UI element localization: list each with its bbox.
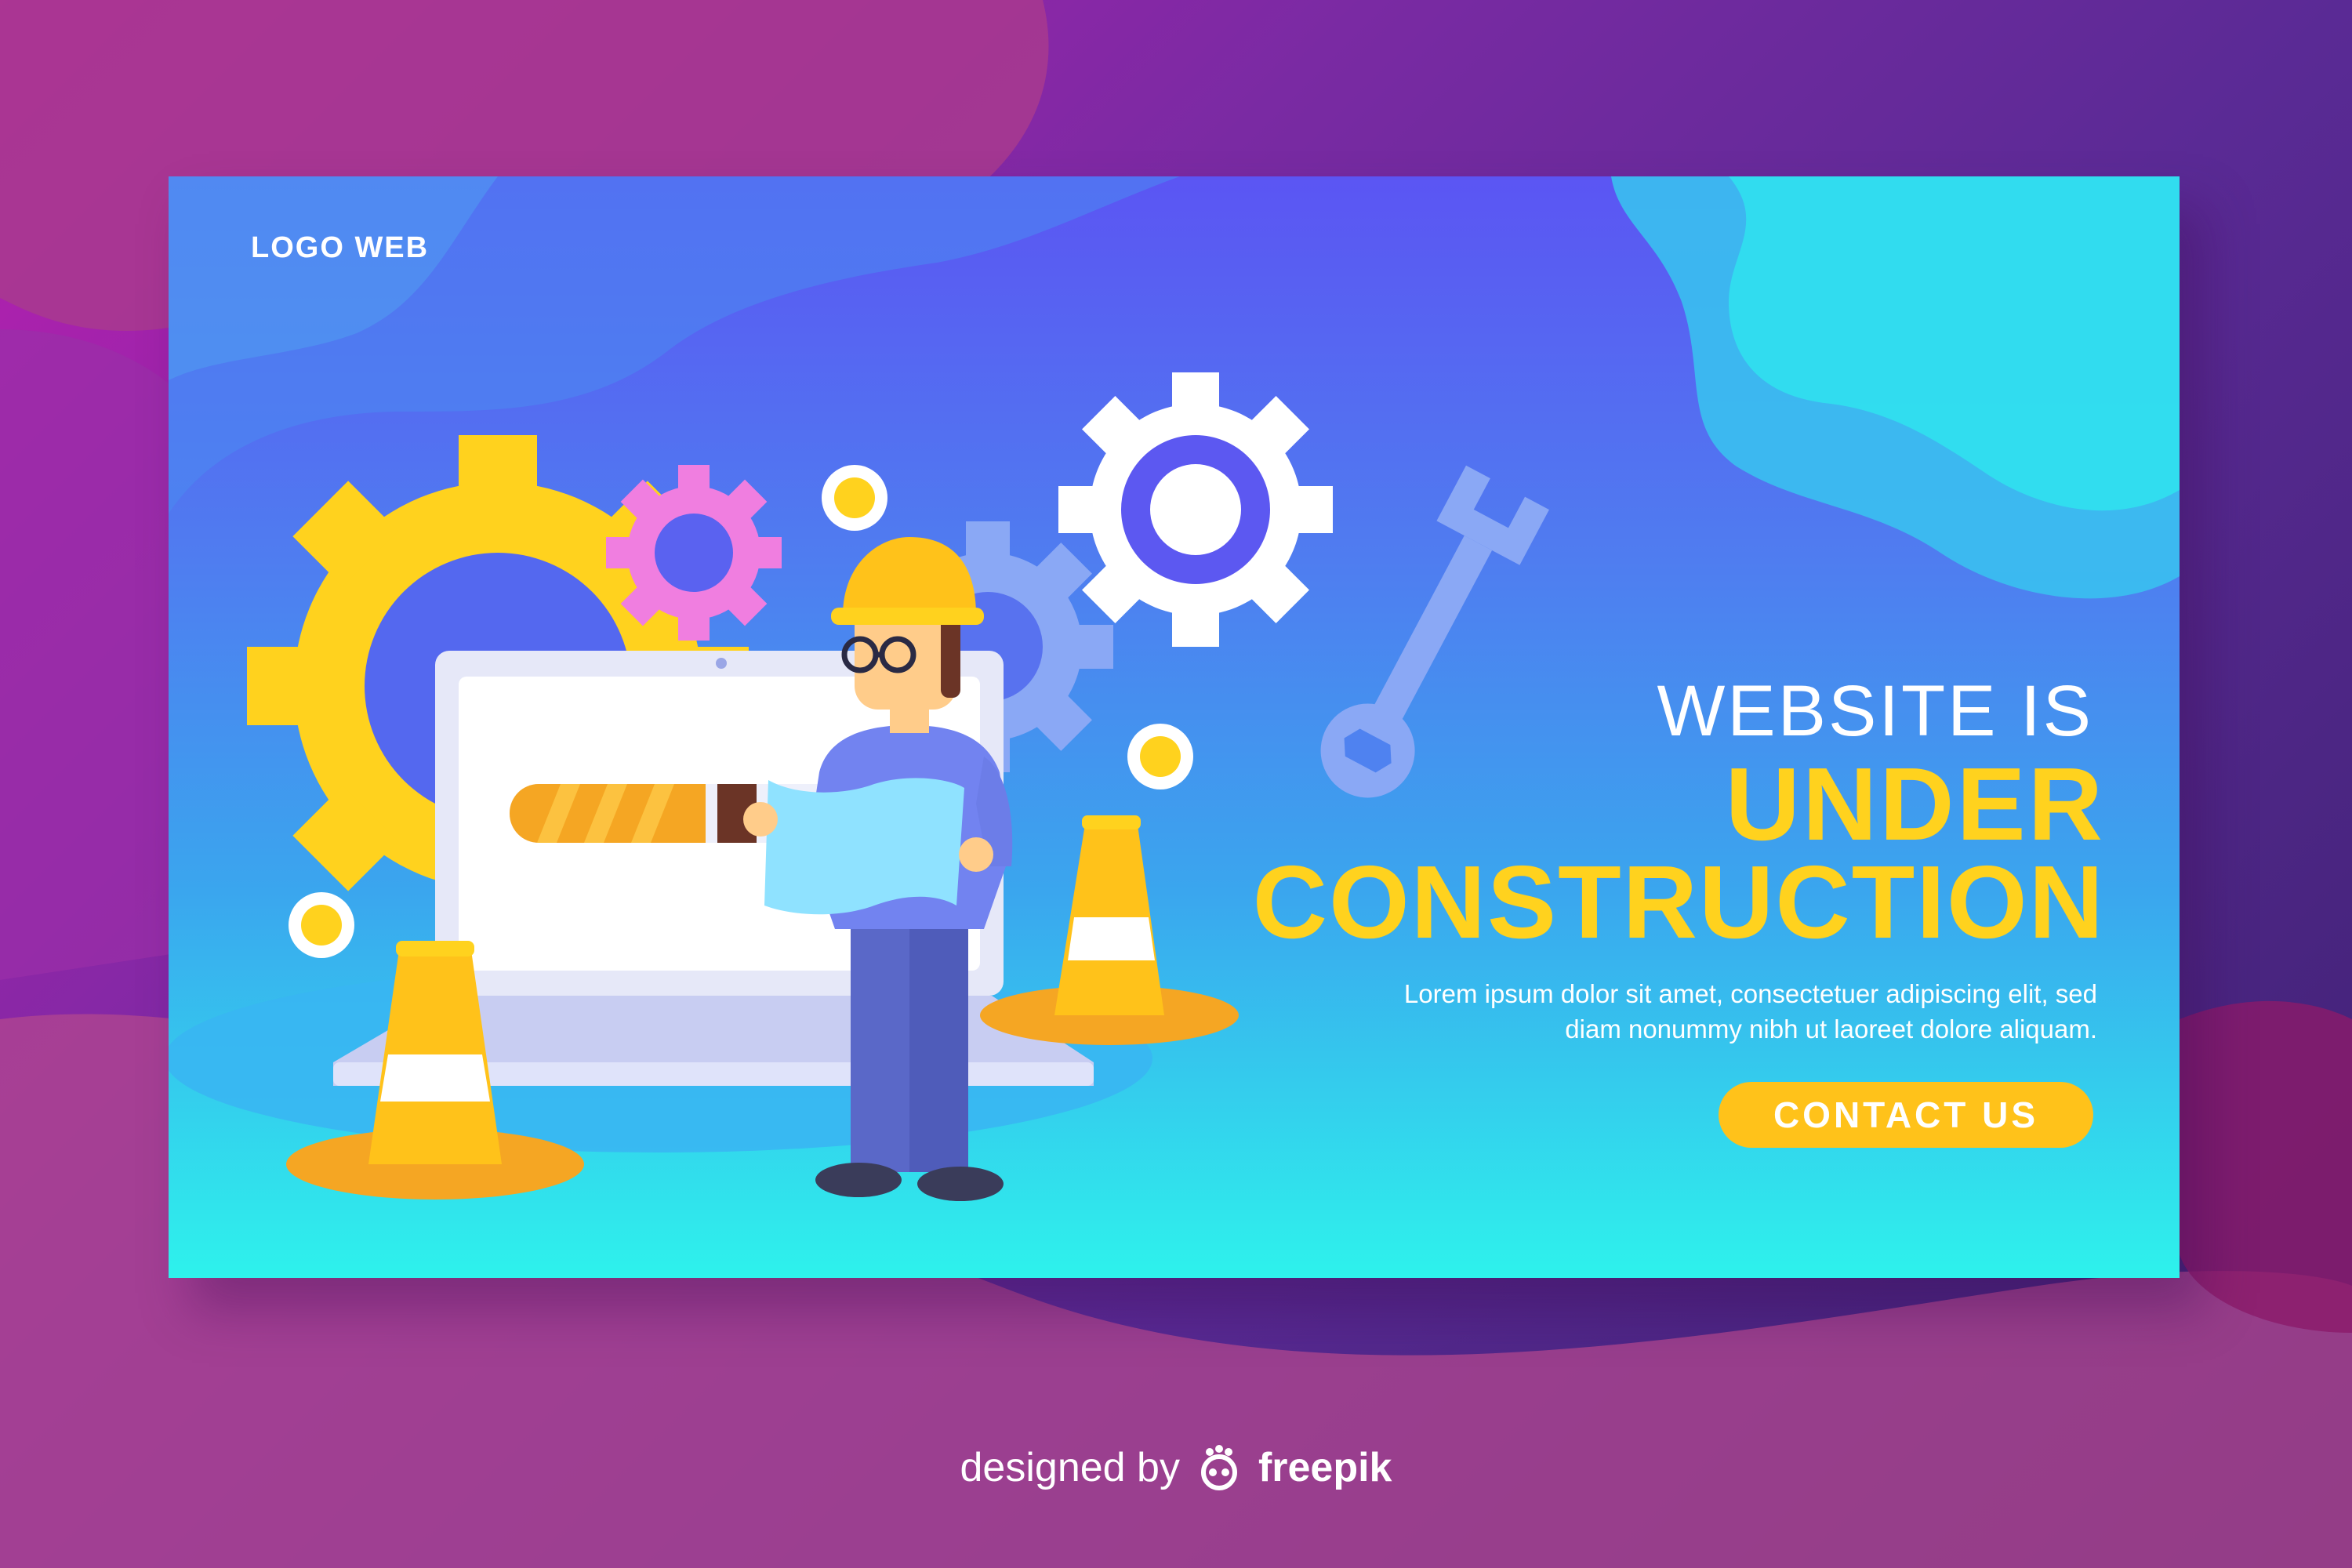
- wrench-icon: [1320, 465, 1549, 798]
- site-logo[interactable]: LOGO WEB: [251, 231, 429, 265]
- credit-prefix: designed by: [960, 1445, 1180, 1490]
- hero-description-line1: Lorem ipsum dolor sit amet, consectetuer…: [1403, 979, 2097, 1008]
- decorative-dot: [1127, 724, 1193, 789]
- gear-icon: [1058, 372, 1333, 647]
- decorative-dot: [289, 892, 354, 958]
- freepik-logo-icon: [1200, 1445, 1237, 1490]
- decorative-dot: [822, 465, 887, 531]
- contact-us-button[interactable]: CONTACT US: [1719, 1082, 2093, 1148]
- headline-website-is: WEBSITE IS: [1657, 671, 2093, 751]
- headline-construction: CONSTRUCTION: [1252, 844, 2105, 960]
- designer-credit: designed by freepik: [0, 1443, 2352, 1493]
- headline-under: UNDER: [1725, 746, 2105, 862]
- hero-description: Lorem ipsum dolor sit amet, consectetuer…: [1156, 976, 2097, 1047]
- gear-icon: [606, 465, 782, 641]
- bg-blob-right: [2180, 1000, 2352, 1333]
- blueprint-icon: [764, 778, 964, 915]
- credit-brand[interactable]: freepik: [1258, 1444, 1392, 1491]
- landing-card: LOGO WEB WEBSITE IS UNDER CONSTRUCTION L…: [169, 176, 2180, 1278]
- hero-description-line2: diam nonummy nibh ut laoreet dolore aliq…: [1565, 1014, 2097, 1044]
